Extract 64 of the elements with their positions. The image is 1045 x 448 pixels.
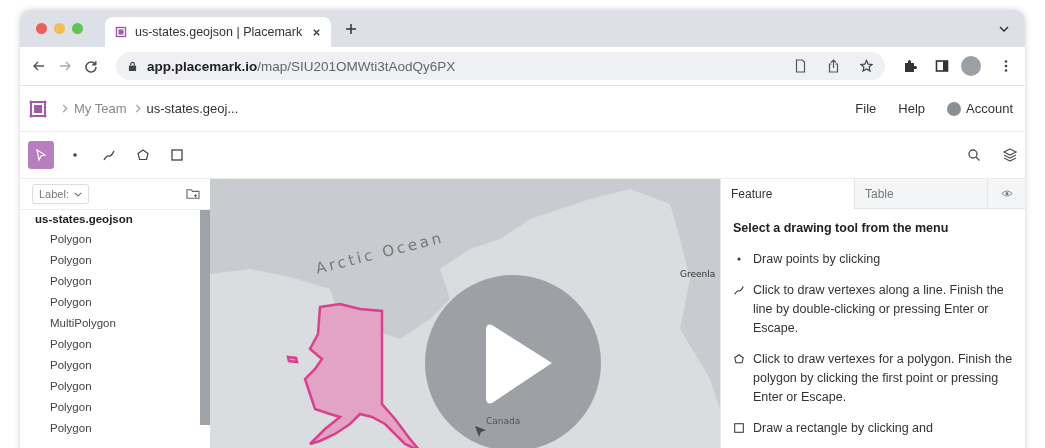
- address-bar[interactable]: app.placemark.io/map/SIU201OMWti3tAodQy6PX: [116, 52, 885, 80]
- feature-item[interactable]: MultiPolygon: [35, 317, 200, 338]
- rectangle-icon: [733, 422, 745, 434]
- close-window-button[interactable]: [36, 23, 47, 34]
- scrollbar[interactable]: [200, 210, 210, 425]
- avatar-icon: [947, 101, 961, 116]
- polygon-icon: [733, 353, 745, 365]
- cursor-arrow-icon: [34, 148, 48, 162]
- label-dropdown[interactable]: Label:: [32, 184, 89, 204]
- feature-item[interactable]: Polygon: [35, 338, 200, 359]
- menu-item[interactable]: Help: [898, 101, 925, 116]
- map-label: Greenla: [680, 269, 716, 279]
- account-menu[interactable]: Account: [947, 101, 1013, 116]
- layer-name[interactable]: us-states.geojson: [35, 213, 200, 233]
- side-panel-icon[interactable]: [935, 59, 949, 73]
- play-button[interactable]: [425, 275, 601, 448]
- url-text: app.placemark.io/map/SIU201OMWti3tAodQy6PX: [147, 58, 456, 74]
- feature-item[interactable]: Polygon: [35, 401, 200, 422]
- instruction-text: Draw a rectangle by clicking and: [753, 420, 933, 437]
- back-icon[interactable]: [32, 59, 46, 73]
- new-tab-icon[interactable]: [345, 22, 357, 35]
- panel-tab[interactable]: Table: [854, 179, 987, 209]
- new-folder-icon[interactable]: [186, 188, 200, 200]
- feature-item[interactable]: Polygon: [35, 296, 200, 317]
- square-icon: [170, 148, 184, 162]
- eye-icon: [1000, 189, 1013, 198]
- lock-icon: [128, 60, 137, 72]
- feature-item[interactable]: Polygon: [35, 254, 200, 275]
- close-icon[interactable]: [312, 27, 321, 37]
- star-icon[interactable]: [860, 59, 873, 73]
- profile-avatar[interactable]: [961, 56, 981, 76]
- browser-tab[interactable]: us-states.geojson | Placemark: [105, 17, 331, 47]
- page-icon[interactable]: [794, 59, 807, 73]
- breadcrumb-link[interactable]: us-states.geoj...: [146, 101, 239, 116]
- feature-item[interactable]: Polygon: [35, 275, 200, 296]
- feature-item[interactable]: Polygon: [35, 233, 200, 254]
- chevron-down-icon[interactable]: [999, 25, 1009, 32]
- chevron-right-icon: [134, 104, 141, 113]
- app-logo-icon[interactable]: [28, 98, 48, 119]
- share-icon[interactable]: [827, 59, 840, 73]
- tab-title: us-states.geojson | Placemark: [135, 25, 303, 39]
- map-label: Canada: [486, 416, 521, 426]
- feature-item[interactable]: Polygon: [35, 422, 200, 443]
- search-icon[interactable]: [967, 148, 981, 162]
- menu-item[interactable]: File: [855, 101, 877, 116]
- line-icon: [733, 284, 745, 296]
- chevron-down-icon: [74, 191, 82, 197]
- reload-icon[interactable]: [84, 59, 98, 73]
- panel-heading: Select a drawing tool from the menu: [733, 221, 950, 235]
- map-label: Arctic Ocean: [313, 228, 446, 278]
- feature-item[interactable]: Polygon: [35, 359, 200, 380]
- app-logo-icon: [115, 26, 127, 38]
- instruction-text: Click to draw vertexes for a polygon. Finish the polygon by clicking the first point or pressing Enter or Escape.: [753, 351, 1014, 406]
- instruction-text: Draw points by clicking: [753, 251, 881, 268]
- layers-icon[interactable]: [1003, 148, 1017, 162]
- select-tool-button[interactable]: [28, 141, 54, 169]
- cursor-icon: [475, 426, 486, 437]
- feature-item[interactable]: Polygon: [35, 380, 200, 401]
- line-icon: [102, 148, 116, 162]
- instruction-text: Click to draw vertexes along a line. Finish the line by double-clicking or pressing Enter or Escape.: [753, 282, 1005, 337]
- polygon-icon: [136, 148, 150, 162]
- breadcrumb-link[interactable]: My Team: [74, 101, 127, 116]
- chevron-right-icon: [62, 104, 68, 113]
- puzzle-icon[interactable]: [903, 59, 917, 73]
